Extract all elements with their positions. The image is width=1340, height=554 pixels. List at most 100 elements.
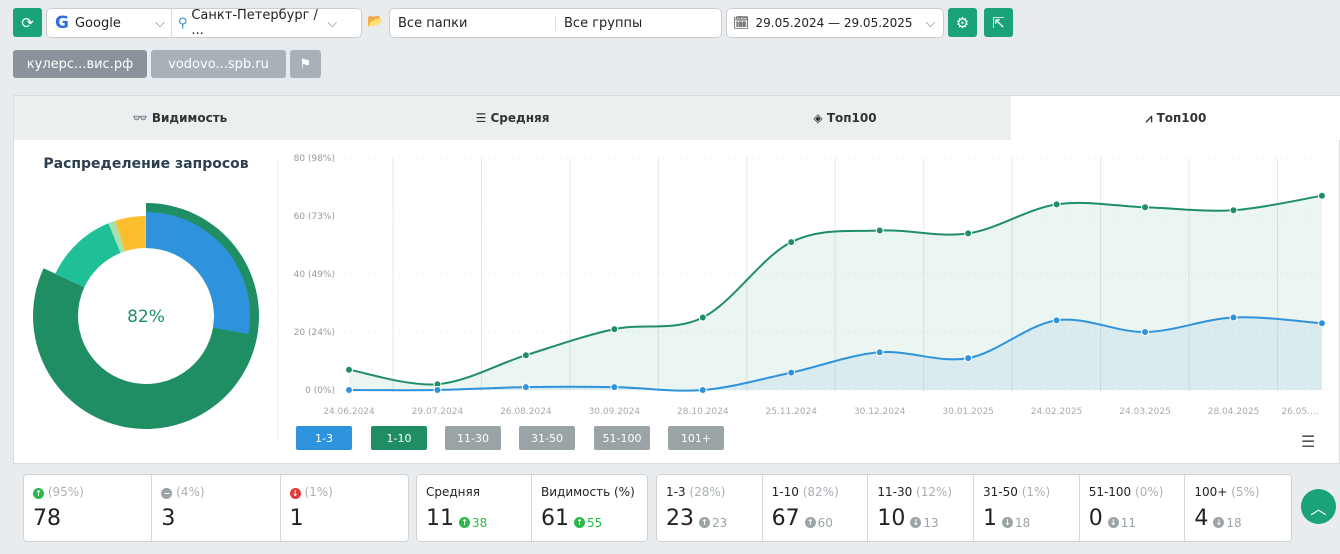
movement-stats: ↑ (95%) 78 − (4%) 3 ↓ (1%) 1 [23, 474, 409, 542]
data-point-1-3[interactable] [1141, 328, 1150, 336]
range-pct: (82%) [802, 485, 839, 499]
range-value: 23 [666, 506, 694, 531]
data-point-1-10[interactable] [610, 325, 619, 334]
arrow-up-icon: ↑ [804, 517, 816, 528]
x-tick-label: 26.08.2024 [500, 407, 552, 417]
data-point-1-10[interactable] [345, 365, 353, 374]
range-label: 100+ [1194, 485, 1228, 499]
x-tick-label: 24.06.2024 [323, 407, 375, 417]
range-label: 51-100 [1088, 485, 1132, 499]
data-point-1-10[interactable] [1052, 200, 1061, 209]
range-label: 11-30 [877, 485, 913, 499]
range-stat: 31-50 (1%) 1 ↓ 18 [974, 475, 1080, 541]
arrow-down-icon: ↓ [910, 517, 922, 528]
x-tick-label: 26.05.... [1281, 407, 1318, 417]
data-point-1-10[interactable] [875, 226, 884, 235]
arrow-down-icon: ↓ [1002, 517, 1014, 528]
x-tick-label: 28.04.2025 [1208, 407, 1260, 417]
range-pct: (0%) [1135, 485, 1164, 499]
range-value: 4 [1194, 506, 1209, 531]
data-point-1-10[interactable] [1317, 191, 1326, 200]
scroll-top-button[interactable]: ︿ [1301, 489, 1336, 524]
range-value: 67 [771, 506, 800, 531]
range-stat: 51-100 (0%) 0 ↓ 11 [1080, 475, 1186, 541]
range-label: 1-10 [771, 485, 799, 499]
y-tick-label: 20 (24%) [294, 328, 335, 338]
data-point-1-10[interactable] [521, 351, 530, 360]
data-point-1-3[interactable] [433, 386, 442, 394]
legend-11-30[interactable]: 11-30 [445, 426, 501, 450]
legend-1-10[interactable]: 1-10 [371, 426, 427, 450]
legend-1-3[interactable]: 1-3 [296, 426, 352, 450]
legend-31-50[interactable]: 31-50 [519, 426, 575, 450]
data-point-1-3[interactable] [787, 368, 796, 377]
data-point-1-10[interactable] [1229, 206, 1238, 215]
range-stats: 1-3 (28%) 23 ↑ 23 1-10 (82%) 67 ↑ 60 11-30 (12… [656, 474, 1292, 542]
range-label: 31-50 [983, 485, 1018, 499]
legend-51-100[interactable]: 51-100 [594, 426, 650, 450]
arrow-down-icon: ↓ [1107, 517, 1119, 528]
legend-101-plus[interactable]: 101+ [668, 426, 724, 450]
y-tick-label: 0 (0%) [305, 386, 335, 396]
stat-same: − (4%) 3 [152, 475, 281, 541]
y-tick-label: 80 (98%) [294, 154, 335, 164]
chevron-up-icon: ︿ [1310, 498, 1327, 518]
data-point-1-3[interactable] [1317, 319, 1326, 328]
data-point-1-3[interactable] [610, 383, 619, 392]
range-stat: 1-3 (28%) 23 ↑ 23 [657, 475, 763, 541]
arrow-up-icon: ↑ [33, 488, 44, 499]
range-pct: (5%) [1231, 485, 1260, 499]
range-delta: 13 [923, 515, 939, 530]
arrow-up-icon: ↑ [574, 517, 585, 528]
x-tick-label: 30.09.2024 [589, 407, 641, 417]
chart-menu-icon[interactable]: ☰ [1301, 432, 1315, 451]
range-delta: 23 [712, 515, 728, 530]
arrow-down-icon: ↓ [289, 488, 301, 499]
arrow-up-icon: ↑ [459, 517, 470, 528]
range-value: 10 [877, 506, 906, 531]
minus-icon: − [161, 488, 173, 499]
range-pct: (28%) [689, 485, 726, 499]
x-tick-label: 24.02.2025 [1031, 407, 1083, 417]
range-stat: 11-30 (12%) 10 ↓ 13 [868, 475, 975, 541]
range-stat: 1-10 (82%) 67 ↑ 60 [763, 475, 869, 541]
data-point-1-3[interactable] [1229, 313, 1238, 322]
donut-center-label: 82% [127, 307, 165, 327]
range-value: 1 [983, 506, 998, 531]
x-tick-label: 30.01.2025 [942, 407, 994, 417]
data-point-1-3[interactable] [698, 386, 707, 394]
range-delta: 18 [1015, 515, 1031, 530]
range-stat: 100+ (5%) 4 ↓ 18 [1185, 475, 1291, 541]
arrow-down-icon: ↓ [1213, 517, 1225, 528]
range-delta: 60 [817, 515, 833, 530]
data-point-1-3[interactable] [964, 354, 973, 363]
stat-down: ↓ (1%) 1 [289, 485, 333, 531]
data-point-1-3[interactable] [521, 383, 530, 392]
data-point-1-3[interactable] [1052, 316, 1061, 325]
data-point-1-10[interactable] [698, 313, 707, 322]
x-tick-label: 30.12.2024 [854, 407, 906, 417]
range-delta: 11 [1120, 515, 1136, 530]
x-tick-label: 25.11.2024 [765, 407, 817, 417]
arrow-up-icon: ↑ [699, 517, 710, 528]
stat-up: ↑ (95%) 78 [24, 475, 153, 541]
range-delta: 18 [1226, 515, 1242, 530]
y-tick-label: 60 (73%) [294, 212, 335, 222]
range-pct: (1%) [1021, 485, 1051, 499]
range-pct: (12%) [916, 485, 953, 499]
data-point-1-10[interactable] [1141, 203, 1150, 212]
data-point-1-10[interactable] [787, 238, 796, 247]
data-point-1-10[interactable] [964, 229, 973, 238]
x-tick-label: 24.03.2025 [1119, 407, 1171, 417]
range-value: 0 [1088, 506, 1103, 531]
range-label: 1-3 [666, 485, 686, 499]
stat-average: Средняя 11 ↑ 38 [417, 475, 532, 541]
line-chart: 0 (0%) 20 (24%) 40 (49%) 60 (73%) 80 (98%) 24… [294, 154, 1330, 417]
data-point-1-3[interactable] [875, 348, 884, 357]
data-point-1-3[interactable] [345, 386, 353, 394]
x-tick-label: 29.07.2024 [412, 407, 464, 417]
stat-visibility: Видимость (%) 61 ↑ 55 [541, 485, 635, 531]
y-tick-label: 40 (49%) [294, 270, 335, 280]
donut-slice-11-30[interactable] [55, 223, 121, 288]
x-tick-label: 28.10.2024 [677, 407, 729, 417]
